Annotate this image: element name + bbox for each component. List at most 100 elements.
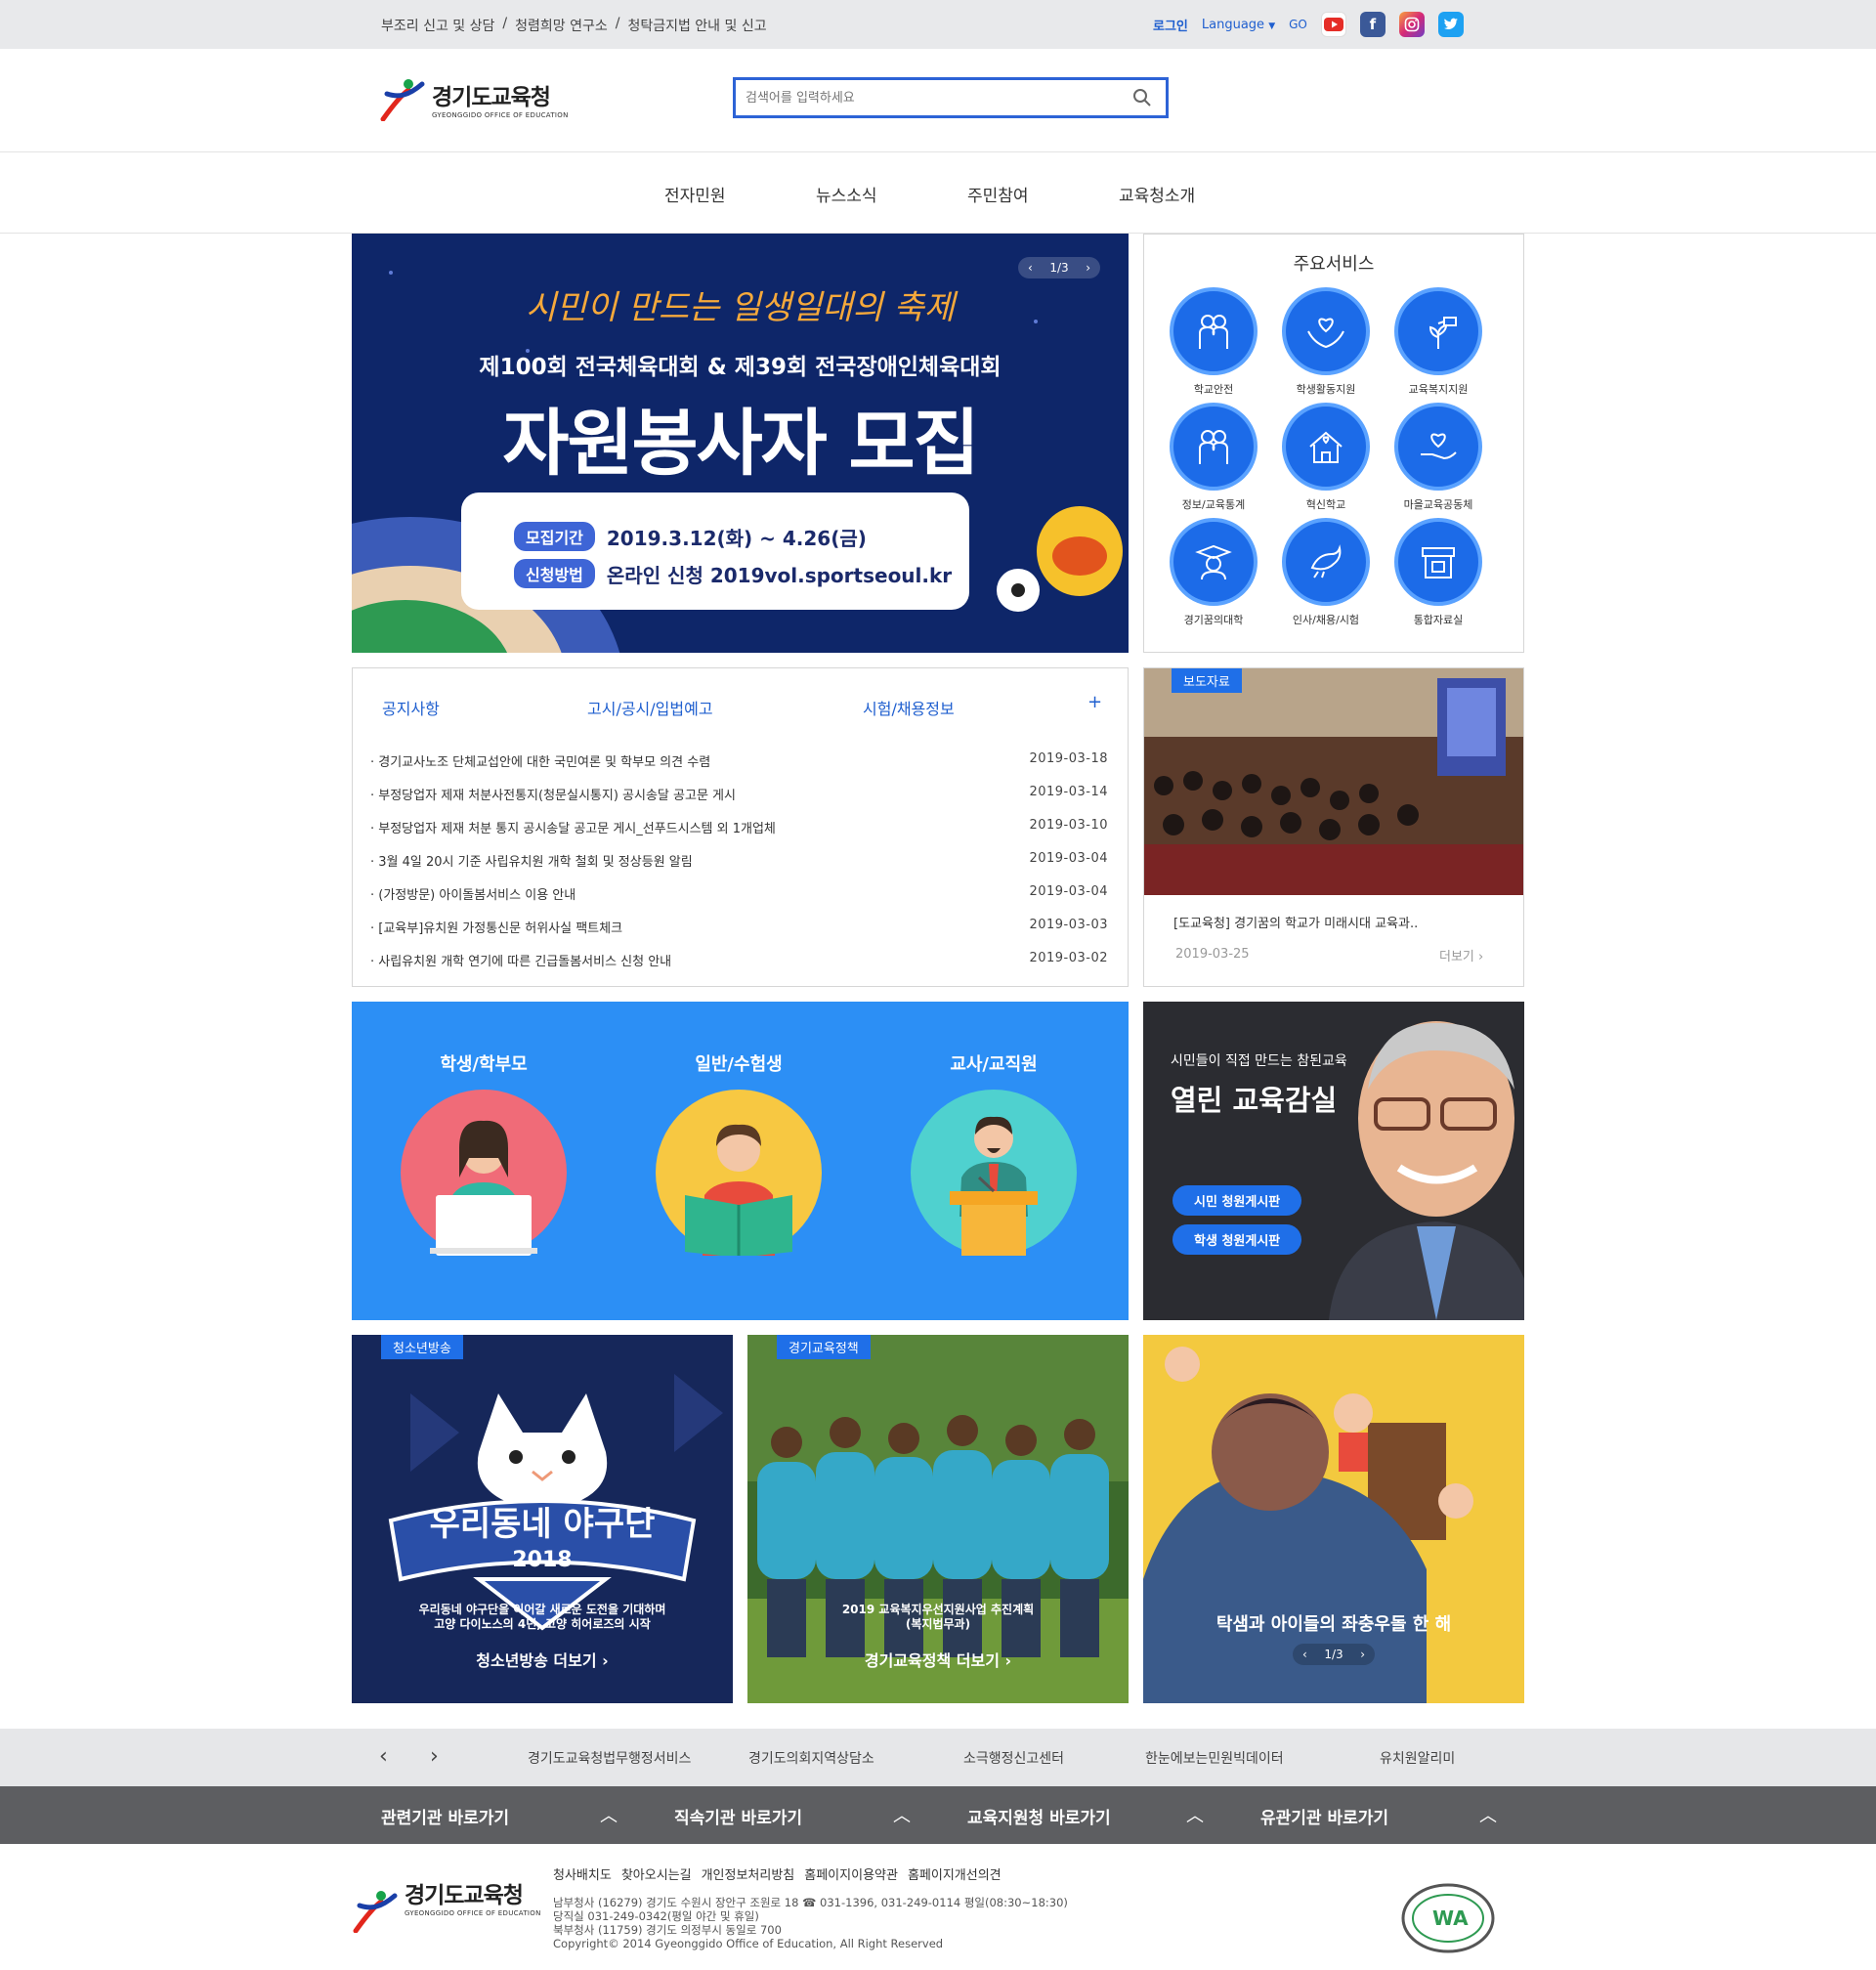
main-banner[interactable]: ‹ 1/3 › 시민이 만드는 일생일대의 축제 제100회 전국체육대회 & …: [352, 234, 1129, 653]
list-item[interactable]: · 사립유치원 개학 연기에 따른 긴급돌봄서비스 신청 안내 2019-03-0…: [370, 951, 1108, 969]
open-office-card[interactable]: 시민들이 직접 만드는 참된교육 열린 교육감실 시민 청원게시판 학생 청원게…: [1143, 1002, 1524, 1320]
service-statistics[interactable]: 정보/교육통계: [1160, 403, 1267, 512]
shortcut-partner[interactable]: 유관기관 바로가기: [1260, 1804, 1388, 1828]
separator: /: [615, 16, 620, 31]
quick-link-council[interactable]: 경기도의회지역상담소: [748, 1748, 874, 1768]
utility-bar: [0, 0, 1876, 49]
family-icon: [1170, 287, 1258, 375]
site-logo[interactable]: 경기도교육청 GYEONGGIDO OFFICE OF EDUCATION: [379, 76, 569, 122]
chevron-right-icon[interactable]: ›: [1086, 261, 1090, 275]
service-hr-recruit[interactable]: 인사/채용/시험: [1272, 518, 1380, 627]
graduate-icon: [1170, 518, 1258, 606]
utility-link-antigraft[interactable]: 청탁금지법 안내 및 신고: [627, 16, 766, 35]
notice-date: 2019-03-02: [1029, 951, 1108, 965]
footer-link-directions[interactable]: 찾아오시는길: [621, 1864, 692, 1883]
shortcut-support-office[interactable]: 교육지원청 바로가기: [967, 1804, 1111, 1828]
youth-broadcast-badge: 청소년방송: [381, 1335, 463, 1359]
footer-address: 남부청사 (16279) 경기도 수원시 장안구 조원로 18 ☎ 031-13…: [553, 1896, 1068, 1950]
superintendent-photo: [1143, 1002, 1524, 1320]
citizen-petition-button[interactable]: 시민 청원게시판: [1172, 1185, 1302, 1216]
period-label: 모집기간: [514, 522, 595, 551]
shortcut-affiliated[interactable]: 직속기관 바로가기: [674, 1804, 802, 1828]
footer-links: 청사배치도 찾아오시는길 개인정보처리방침 홈페이지이용약관 홈페이지개선의견: [553, 1864, 1002, 1883]
service-label: 마을교육공동체: [1403, 498, 1473, 511]
quick-link-bigdata[interactable]: 한눈에보는민원빅데이터: [1145, 1748, 1284, 1768]
youtube-icon[interactable]: [1320, 12, 1346, 37]
language-select[interactable]: Language ▼: [1202, 18, 1275, 32]
notice-board: 공지사항 고시/공시/입법예고 시험/채용정보 + · 경기교사노조 단체교섭안…: [352, 667, 1129, 987]
youth-broadcast-more[interactable]: 청소년방송 더보기 ›: [352, 1648, 733, 1671]
service-student-activity[interactable]: 학생활동지원: [1272, 287, 1380, 397]
quick-link-passive-admin[interactable]: 소극행정신고센터: [963, 1748, 1064, 1768]
utility-right: 로그인 Language ▼ GO f: [1153, 12, 1464, 37]
service-welfare[interactable]: 교육복지지원: [1385, 287, 1492, 397]
list-item[interactable]: · 경기교사노조 단체교섭안에 대한 국민여론 및 학부모 의견 수렴 2019-…: [370, 751, 1108, 770]
education-policy-tile[interactable]: 경기교육정책 2019 교육복지우선지원사업 추진계획 (복지법무과) 경기교육…: [747, 1335, 1129, 1703]
service-village-community[interactable]: 마을교육공동체: [1385, 403, 1492, 512]
instagram-icon[interactable]: [1398, 12, 1425, 37]
footer-link-terms[interactable]: 홈페이지이용약관: [804, 1864, 898, 1883]
education-policy-more[interactable]: 경기교육정책 더보기 ›: [747, 1648, 1129, 1671]
chevron-left-icon[interactable]: ‹: [1302, 1648, 1307, 1661]
gnb-item-participation[interactable]: 주민참여: [967, 182, 1029, 206]
chevron-up-icon[interactable]: ︿: [600, 1802, 618, 1827]
utility-link-anticorruption[interactable]: 부조리 신고 및 상담: [381, 16, 494, 35]
utility-link-integrity-lab[interactable]: 청렴희망 연구소: [515, 16, 608, 35]
twitter-icon[interactable]: [1437, 12, 1464, 37]
chevron-left-icon[interactable]: ‹: [1028, 261, 1033, 275]
gnb-item-news[interactable]: 뉴스소식: [816, 182, 877, 206]
language-go-button[interactable]: GO: [1289, 18, 1307, 31]
chevron-right-icon[interactable]: ›: [1360, 1648, 1365, 1661]
footer-logo: 경기도교육청 GYEONGGIDO OFFICE OF EDUCATION: [352, 1883, 541, 1934]
list-item[interactable]: · 3월 4일 20시 기준 사립유치원 개학 철회 및 정상등원 알림 2019…: [370, 851, 1108, 870]
chevron-up-icon[interactable]: ︿: [893, 1802, 911, 1827]
chevron-right-icon[interactable]: ›: [430, 1744, 439, 1769]
list-item[interactable]: · 부정당업자 제재 처분 통지 공시송달 공고문 게시_선푸드시스템 외 1개…: [370, 818, 1108, 836]
list-item[interactable]: · 부정당업자 제재 처분사전통지(청문실시통지) 공시송달 공고문 게시 201…: [370, 785, 1108, 803]
search-icon[interactable]: [1132, 88, 1152, 111]
list-item[interactable]: · [교육부]유치원 가정통신문 허위사실 팩트체크 2019-03-03: [370, 918, 1108, 936]
story-tile[interactable]: 탁샘과 아이들의 좌충우돌 한 해 ‹ 1/3 ›: [1143, 1335, 1524, 1703]
notice-title: 부정당업자 제재 처분사전통지(청문실시통지) 공시송달 공고문 게시: [378, 789, 736, 803]
service-innovation-school[interactable]: 혁신학교: [1272, 403, 1380, 512]
quick-link-legal[interactable]: 경기도교육청법무행정서비스: [528, 1748, 691, 1768]
banner-info-card: 모집기간 2019.3.12(화) ~ 4.26(금) 신청방법 온라인 신청 …: [461, 492, 969, 610]
press-date: 2019-03-25: [1175, 947, 1250, 962]
chevron-up-icon[interactable]: ︿: [1479, 1802, 1497, 1827]
notice-date: 2019-03-18: [1029, 751, 1108, 766]
service-archive[interactable]: 통합자료실: [1385, 518, 1492, 627]
facebook-icon[interactable]: f: [1359, 12, 1386, 37]
wa-mark-text: WA: [1432, 1906, 1469, 1930]
student-petition-button[interactable]: 학생 청원게시판: [1172, 1224, 1302, 1255]
press-more-link[interactable]: 더보기 ›: [1439, 946, 1483, 964]
banner-tagline: 시민이 만드는 일생일대의 축제: [525, 288, 956, 327]
footer-link-layout[interactable]: 청사배치도: [553, 1864, 612, 1883]
quick-link-kindergarten[interactable]: 유치원알리미: [1380, 1748, 1455, 1768]
notices-more-button[interactable]: +: [1087, 692, 1102, 712]
service-school-safety[interactable]: 학교안전: [1160, 287, 1267, 397]
tab-recruitment[interactable]: 시험/채용정보: [863, 696, 955, 719]
chevron-up-icon[interactable]: ︿: [1186, 1802, 1204, 1827]
youth-broadcast-art-year: 2018: [512, 1548, 573, 1572]
separator: /: [502, 16, 508, 31]
tab-notices[interactable]: 공지사항: [382, 696, 440, 719]
search-input[interactable]: [736, 80, 1107, 115]
main-services-panel: 주요서비스 학교안전 학생활동지원 교육복지지원 정보/교육통계 혁신학교 마을…: [1143, 234, 1524, 653]
list-item[interactable]: · (가정방문) 아이돌봄서비스 이용 안내 2019-03-04: [370, 884, 1108, 903]
notice-date: 2019-03-04: [1029, 851, 1108, 866]
chevron-left-icon[interactable]: ‹: [379, 1744, 388, 1769]
archive-box-icon: [1394, 518, 1482, 606]
service-dream-college[interactable]: 경기꿈의대학: [1160, 518, 1267, 627]
login-link[interactable]: 로그인: [1153, 16, 1188, 34]
press-more-label: 더보기: [1439, 950, 1474, 964]
youth-broadcast-tile[interactable]: 청소년방송 우리동네 야구단 2018 우리동네 야구단을 이어갈 새로운 도전…: [352, 1335, 733, 1703]
footer-link-feedback[interactable]: 홈페이지개선의견: [908, 1864, 1002, 1883]
press-release-card[interactable]: 보도자료 [도교육청] 경기꿈의 학교가 미래시대 교육과.. 2019-03-…: [1143, 667, 1524, 987]
open-office-subtitle: 시민들이 직접 만드는 참된교육: [1171, 1053, 1347, 1069]
gnb-item-civil[interactable]: 전자민원: [664, 182, 726, 206]
footer-link-privacy[interactable]: 개인정보처리방침: [702, 1864, 795, 1883]
watering-plant-icon: [1394, 287, 1482, 375]
gnb-item-about[interactable]: 교육청소개: [1119, 182, 1195, 206]
tab-announcements[interactable]: 고시/공시/입법예고: [587, 696, 713, 719]
shortcut-related[interactable]: 관련기관 바로가기: [381, 1804, 509, 1828]
